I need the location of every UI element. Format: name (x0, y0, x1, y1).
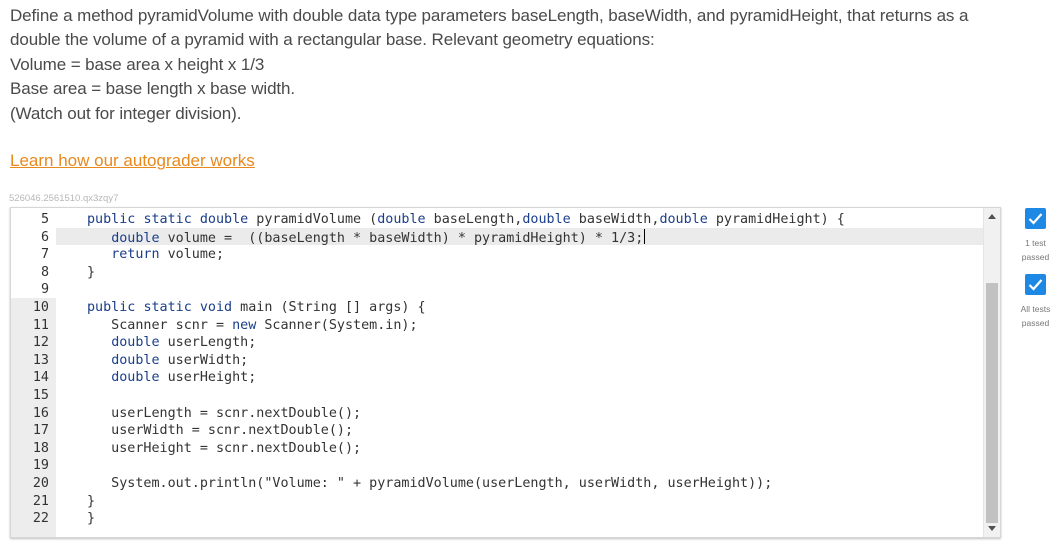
line-number: 14 (32, 370, 49, 386)
code-line[interactable]: 12 double userLength; (11, 334, 984, 352)
prompt-line: Volume = base area x height x 1/3 (10, 54, 265, 74)
code-line[interactable]: 11 Scanner scnr = new Scanner(System.in)… (11, 317, 984, 335)
line-number: 12 (32, 335, 49, 351)
code-line[interactable]: 6 double volume = ((baseLength * baseWid… (11, 228, 984, 247)
code-line[interactable]: 9 (11, 281, 984, 299)
line-number: 21 (32, 493, 49, 509)
line-number: 8 (40, 264, 49, 280)
line-number: 6 (40, 229, 49, 245)
code-line[interactable]: 18 userHeight = scnr.nextDouble(); (11, 440, 984, 458)
code-line[interactable]: 20 System.out.println("Volume: " + pyram… (11, 475, 984, 493)
code-text: System.out.println("Volume: " + pyramidV… (87, 476, 773, 491)
test-count-text: 1 test (1025, 238, 1046, 248)
line-number: 19 (32, 458, 49, 474)
line-number: 13 (32, 352, 49, 368)
line-number: 9 (40, 282, 49, 298)
prompt-line: (Watch out for integer division). (10, 103, 242, 123)
line-number: 7 (40, 247, 49, 263)
code-line[interactable]: 5 public static double pyramidVolume (dou… (11, 211, 984, 229)
code-line[interactable]: 13 double userWidth; (11, 352, 984, 370)
test-result-label: 1 test passed (1012, 237, 1059, 264)
test-status-text: passed (1021, 251, 1050, 262)
line-number: 11 (32, 317, 49, 333)
code-text: Scanner scnr = new Scanner(System.in); (87, 317, 418, 333)
line-number: 5 (40, 212, 49, 227)
checkmark-icon (1025, 208, 1046, 229)
checkmark-icon (1025, 274, 1046, 295)
code-text: public static void main (String [] args)… (87, 300, 426, 315)
code-line[interactable]: 16 userLength = scnr.nextDouble(); (11, 405, 984, 423)
code-text: } (87, 511, 96, 527)
vertical-scrollbar[interactable] (983, 208, 1000, 537)
code-text: userHeight = scnr.nextDouble(); (87, 440, 362, 456)
code-line[interactable]: 19 (11, 457, 984, 475)
code-identifier: 526046.2561510.qx3zqy7 (9, 193, 119, 204)
code-text: return volume; (111, 247, 225, 263)
test-status-text: passed (1021, 317, 1050, 328)
line-number: 17 (32, 423, 49, 439)
code-text: public static double pyramidVolume (doub… (87, 212, 845, 227)
code-text: userWidth = scnr.nextDouble(); (87, 423, 354, 439)
code-text: } (87, 493, 96, 509)
code-text: double volume = ((baseLength * baseWidth… (111, 228, 646, 246)
problem-statement: Define a method pyramidVolume with doubl… (10, 4, 1010, 126)
code-editor[interactable]: 5 public static double pyramidVolume (dou… (10, 207, 1001, 538)
text-cursor (644, 228, 646, 244)
test-result-label: All tests passed (1012, 303, 1059, 330)
test-count-text: All tests (1020, 304, 1051, 314)
prompt-line: Define a method pyramidVolume with doubl… (10, 6, 969, 25)
code-text: double userLength; (111, 335, 257, 351)
prompt-line: double the volume of a pyramid with a re… (10, 30, 655, 50)
code-line[interactable]: 8} (11, 264, 984, 282)
code-line[interactable]: 21} (11, 493, 984, 511)
scroll-down-arrow-icon[interactable] (988, 526, 996, 531)
code-line[interactable]: 15 (11, 387, 984, 405)
scroll-up-arrow-icon[interactable] (988, 214, 996, 219)
scrollbar-thumb[interactable] (986, 283, 998, 523)
code-line[interactable]: 22} (11, 510, 984, 528)
code-line[interactable]: 7 return volume; (11, 246, 984, 264)
line-number: 22 (32, 511, 49, 527)
line-number: 10 (32, 300, 49, 315)
learn-autograder-link[interactable]: Learn how our autograder works (10, 151, 255, 171)
code-text: double userHeight; (111, 370, 257, 386)
code-line[interactable]: 14 double userHeight; (11, 369, 984, 387)
line-number: 18 (32, 440, 49, 456)
code-text: } (87, 264, 96, 280)
code-line[interactable]: 10 public static void main (String [] arg… (11, 299, 984, 317)
line-number: 16 (32, 405, 49, 421)
line-number: 15 (32, 388, 49, 403)
code-text: userLength = scnr.nextDouble(); (87, 405, 362, 421)
prompt-line: Base area = base length x base width. (10, 79, 296, 99)
code-line[interactable]: 17 userWidth = scnr.nextDouble(); (11, 422, 984, 440)
code-text: double userWidth; (111, 352, 249, 368)
line-number: 20 (32, 476, 49, 491)
